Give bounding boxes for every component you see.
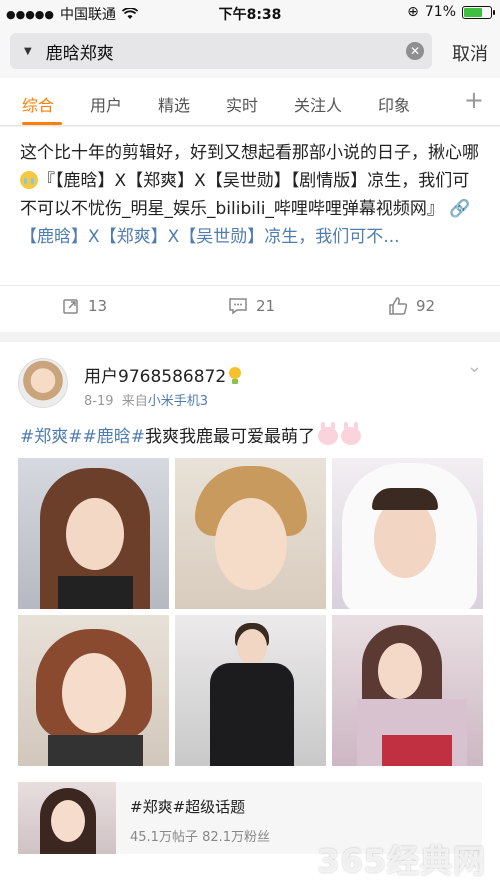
post-photo[interactable] xyxy=(332,615,483,766)
rabbit-emoji-icon xyxy=(317,422,338,445)
post-photo[interactable] xyxy=(175,615,326,766)
post-date: 8-19 xyxy=(84,394,114,409)
clear-icon[interactable]: ✕ xyxy=(406,42,424,60)
username-text[interactable]: 用户9768586872 xyxy=(84,367,226,387)
tab-following[interactable]: 关注人 xyxy=(294,92,342,116)
tab-realtime[interactable]: 实时 xyxy=(226,92,258,116)
tab-general[interactable]: 综合 xyxy=(22,92,54,116)
orientation-lock-icon: ⊕ xyxy=(407,4,419,20)
like-button[interactable]: 92 xyxy=(388,297,435,315)
lightbulb-badge-icon xyxy=(228,367,242,385)
post-meta: 8-19 来自小米手机3 xyxy=(84,390,208,409)
battery-fill xyxy=(464,7,483,17)
post-card-1[interactable]: 这个比十年的剪辑好，好到又想起看那部小说的日子，揪心哪『【鹿晗】X【郑爽】X【吴… xyxy=(0,127,500,332)
search-bar: ▼ 鹿晗郑爽 ✕ 取消 xyxy=(0,26,500,78)
source-prefix: 来自 xyxy=(121,394,148,409)
post-1-link-text[interactable]: 【鹿晗】X【郑爽】X【吴世勋】凉生，我们可不... xyxy=(20,227,400,247)
post-photo[interactable] xyxy=(18,458,169,609)
search-query[interactable]: 鹿晗郑爽 xyxy=(46,39,114,64)
chevron-down-icon[interactable]: ⌄ xyxy=(467,356,482,377)
battery-percent: 71% xyxy=(424,4,456,20)
comment-count: 21 xyxy=(256,297,276,315)
tab-featured[interactable]: 精选 xyxy=(158,92,190,116)
hashtag-link[interactable]: #郑爽##鹿晗# xyxy=(20,427,145,447)
status-bar: ●●●●● 中国联通 下午8:38 ⊕ 71% xyxy=(0,0,500,26)
add-tab-icon[interactable]: + xyxy=(464,86,484,114)
topic-thumbnail xyxy=(18,782,116,854)
repost-count: 13 xyxy=(88,297,108,315)
source-link[interactable]: 小米手机3 xyxy=(148,394,208,409)
watermark: 365经典网 xyxy=(317,842,486,880)
avatar[interactable] xyxy=(18,358,68,408)
crying-emoji-icon xyxy=(20,171,38,189)
post-card-2[interactable]: 用户9768586872 8-19 来自小米手机3 ⌄ #郑爽##鹿晗#我爽我鹿… xyxy=(0,342,500,888)
search-tabs: 综合 用户 精选 实时 关注人 印象 + xyxy=(0,78,500,126)
rabbit-emoji-icon xyxy=(340,422,361,445)
comment-button[interactable]: 21 xyxy=(228,297,275,315)
repost-icon xyxy=(63,299,78,314)
post-2-text: #郑爽##鹿晗#我爽我鹿最可爱最萌了 xyxy=(20,422,361,447)
thumbs-up-icon xyxy=(389,297,408,315)
tab-impression[interactable]: 印象 xyxy=(378,92,410,116)
active-tab-indicator xyxy=(22,122,62,125)
post-photo[interactable] xyxy=(175,458,326,609)
topic-title[interactable]: #郑爽#超级话题 xyxy=(130,796,245,817)
tab-users[interactable]: 用户 xyxy=(90,92,122,116)
repost-button[interactable]: 13 xyxy=(62,297,107,315)
cancel-button[interactable]: 取消 xyxy=(452,40,488,66)
username[interactable]: 用户9768586872 xyxy=(84,362,242,387)
post-photo[interactable] xyxy=(18,615,169,766)
dropdown-caret-icon[interactable]: ▼ xyxy=(24,46,32,57)
comment-icon xyxy=(229,298,247,315)
post-1-text: 这个比十年的剪辑好，好到又想起看那部小说的日子，揪心哪『【鹿晗】X【郑爽】X【吴… xyxy=(20,139,482,251)
search-input[interactable]: ▼ 鹿晗郑爽 ✕ xyxy=(10,33,432,69)
post-2-body: 我爽我鹿最可爱最萌了 xyxy=(144,427,315,447)
battery-icon xyxy=(462,5,495,19)
like-count: 92 xyxy=(416,297,436,315)
post-1-text-b: 『【鹿晗】X【郑爽】X【吴世勋】【剧情版】凉生，我们可不可以不忧伤_明星_娱乐_… xyxy=(20,171,470,219)
divider xyxy=(0,285,500,286)
post-photo[interactable] xyxy=(332,458,483,609)
post-1-text-a: 这个比十年的剪辑好，好到又想起看那部小说的日子，揪心哪 xyxy=(20,143,479,163)
topic-stats: 45.1万帖子 82.1万粉丝 xyxy=(130,830,271,845)
